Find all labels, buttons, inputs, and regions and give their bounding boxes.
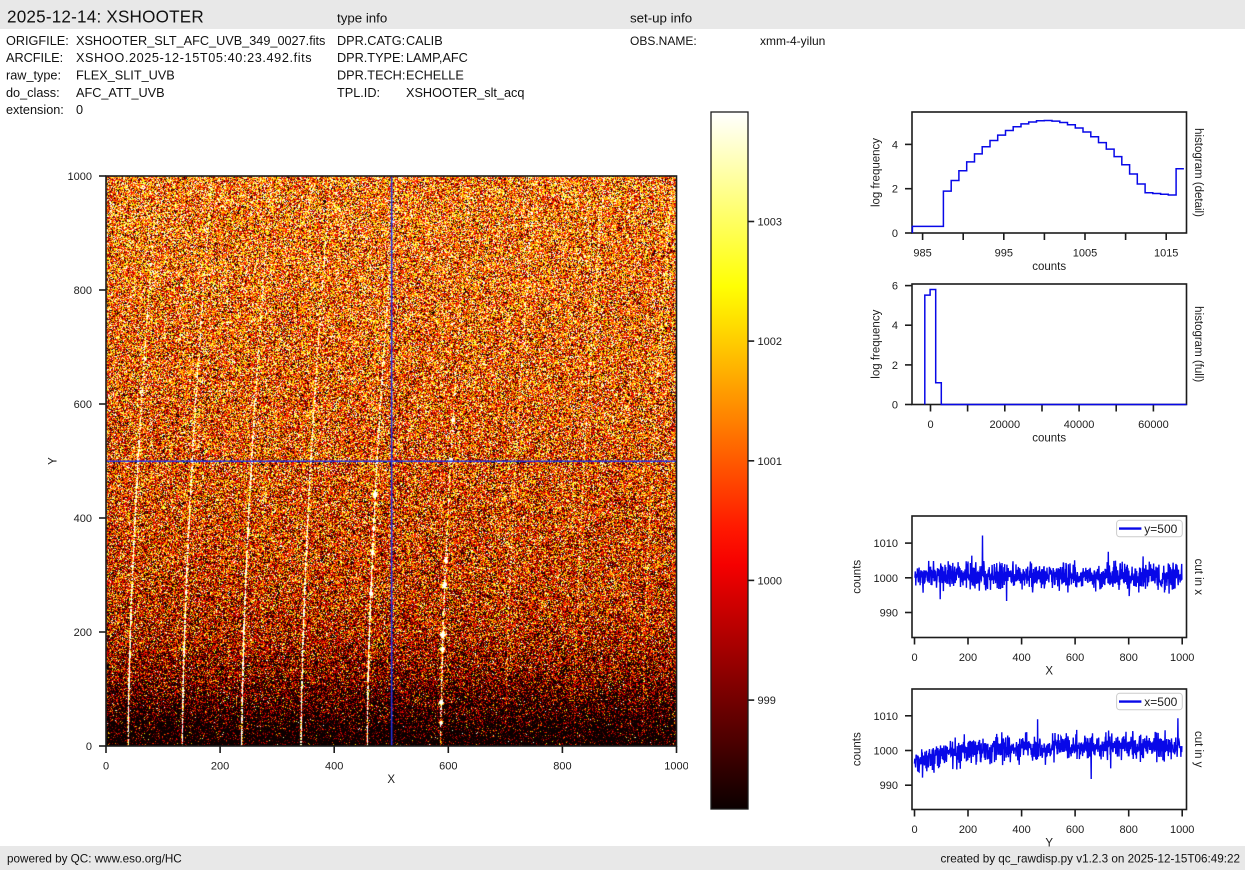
svg-text:200: 200 [958,651,976,663]
svg-text:40000: 40000 [1063,419,1094,431]
svg-text:do_class:: do_class: [6,86,60,100]
svg-text:0: 0 [891,400,897,412]
svg-text:2: 2 [891,360,897,372]
svg-text:1000: 1000 [1169,651,1193,663]
svg-text:0: 0 [927,419,933,431]
svg-text:FLEX_SLIT_UVB: FLEX_SLIT_UVB [76,69,175,83]
svg-text:1000: 1000 [1169,823,1193,835]
svg-text:set-up info: set-up info [630,10,692,25]
svg-text:counts: counts [851,559,863,593]
svg-text:1003: 1003 [758,217,782,229]
svg-text:2: 2 [891,184,897,196]
svg-text:600: 600 [1065,823,1083,835]
svg-text:powered by QC: www.eso.org/HC: powered by QC: www.eso.org/HC [7,853,182,866]
svg-text:200: 200 [210,760,228,772]
svg-text:1005: 1005 [1072,247,1096,259]
svg-text:600: 600 [1065,651,1083,663]
svg-text:ECHELLE: ECHELLE [406,69,464,83]
svg-text:counts: counts [851,732,863,766]
svg-text:1000: 1000 [873,572,897,584]
svg-text:4: 4 [891,320,897,332]
svg-text:xmm-4-yilun: xmm-4-yilun [760,34,825,48]
svg-text:cut in x: cut in x [1192,558,1204,595]
svg-text:Y: Y [47,457,59,465]
svg-text:raw_type:: raw_type: [6,69,61,83]
svg-text:XSHOOTER_SLT_AFC_UVB_349_0027.: XSHOOTER_SLT_AFC_UVB_349_0027.fits [76,34,325,48]
svg-text:DPR.TYPE:: DPR.TYPE: [337,51,404,65]
svg-text:histogram (full): histogram (full) [1192,306,1204,382]
svg-text:1001: 1001 [758,456,782,468]
svg-text:995: 995 [994,247,1012,259]
svg-text:X: X [387,774,395,786]
svg-text:600: 600 [73,399,91,411]
svg-text:LAMP,AFC: LAMP,AFC [406,51,468,65]
svg-text:Y: Y [1045,837,1053,849]
svg-text:0: 0 [891,228,897,240]
svg-text:4: 4 [891,139,897,151]
svg-text:1010: 1010 [873,538,897,550]
svg-text:800: 800 [1119,823,1137,835]
svg-text:x=500: x=500 [1144,694,1177,708]
svg-text:TPL.ID:: TPL.ID: [337,86,380,100]
svg-text:0: 0 [76,103,83,117]
svg-text:800: 800 [73,285,91,297]
svg-text:CALIB: CALIB [406,34,443,48]
svg-text:cut in y: cut in y [1192,730,1204,767]
svg-text:type info: type info [337,10,387,25]
svg-text:6: 6 [891,281,897,293]
svg-text:600: 600 [439,760,457,772]
svg-text:1000: 1000 [758,575,782,587]
svg-text:histogram (detail): histogram (detail) [1192,128,1204,217]
svg-text:counts: counts [1032,261,1066,273]
svg-text:DPR.CATG:: DPR.CATG: [337,34,405,48]
svg-text:y=500: y=500 [1144,521,1177,535]
svg-text:20000: 20000 [989,419,1020,431]
svg-text:created by qc_rawdisp.py v1.2.: created by qc_rawdisp.py v1.2.3 on 2025-… [940,853,1240,866]
svg-text:200: 200 [73,627,91,639]
svg-text:0: 0 [85,741,91,753]
svg-text:counts: counts [1032,433,1066,445]
svg-text:1000: 1000 [873,745,897,757]
svg-text:985: 985 [913,247,931,259]
svg-text:ORIGFILE:: ORIGFILE: [6,34,69,48]
svg-text:800: 800 [553,760,571,772]
svg-text:log frequency: log frequency [870,309,882,378]
svg-text:ARCFILE:: ARCFILE: [6,51,63,65]
svg-text:XSHOO.2025-12-15T05:40:23.492.: XSHOO.2025-12-15T05:40:23.492.fits [76,51,312,65]
svg-text:400: 400 [73,513,91,525]
svg-text:400: 400 [1012,823,1030,835]
svg-text:200: 200 [958,823,976,835]
svg-text:1000: 1000 [67,171,91,183]
svg-text:extension:: extension: [6,103,64,117]
svg-text:DPR.TECH:: DPR.TECH: [337,69,405,83]
svg-text:1002: 1002 [758,336,782,348]
svg-text:990: 990 [879,607,897,619]
svg-text:0: 0 [102,760,108,772]
svg-text:0: 0 [911,823,917,835]
svg-text:999: 999 [758,695,776,707]
svg-text:1000: 1000 [664,760,688,772]
svg-text:400: 400 [325,760,343,772]
svg-text:1015: 1015 [1153,247,1177,259]
svg-text:XSHOOTER_slt_acq: XSHOOTER_slt_acq [406,86,524,100]
svg-text:800: 800 [1119,651,1137,663]
svg-text:log frequency: log frequency [870,138,882,207]
svg-text:X: X [1045,665,1053,677]
svg-text:AFC_ATT_UVB: AFC_ATT_UVB [76,86,165,100]
svg-text:400: 400 [1012,651,1030,663]
svg-text:990: 990 [879,780,897,792]
svg-text:0: 0 [911,651,917,663]
svg-text:1010: 1010 [873,710,897,722]
svg-text:60000: 60000 [1138,419,1169,431]
svg-text:OBS.NAME:: OBS.NAME: [630,34,697,48]
svg-text:2025-12-14: XSHOOTER: 2025-12-14: XSHOOTER [7,8,204,27]
